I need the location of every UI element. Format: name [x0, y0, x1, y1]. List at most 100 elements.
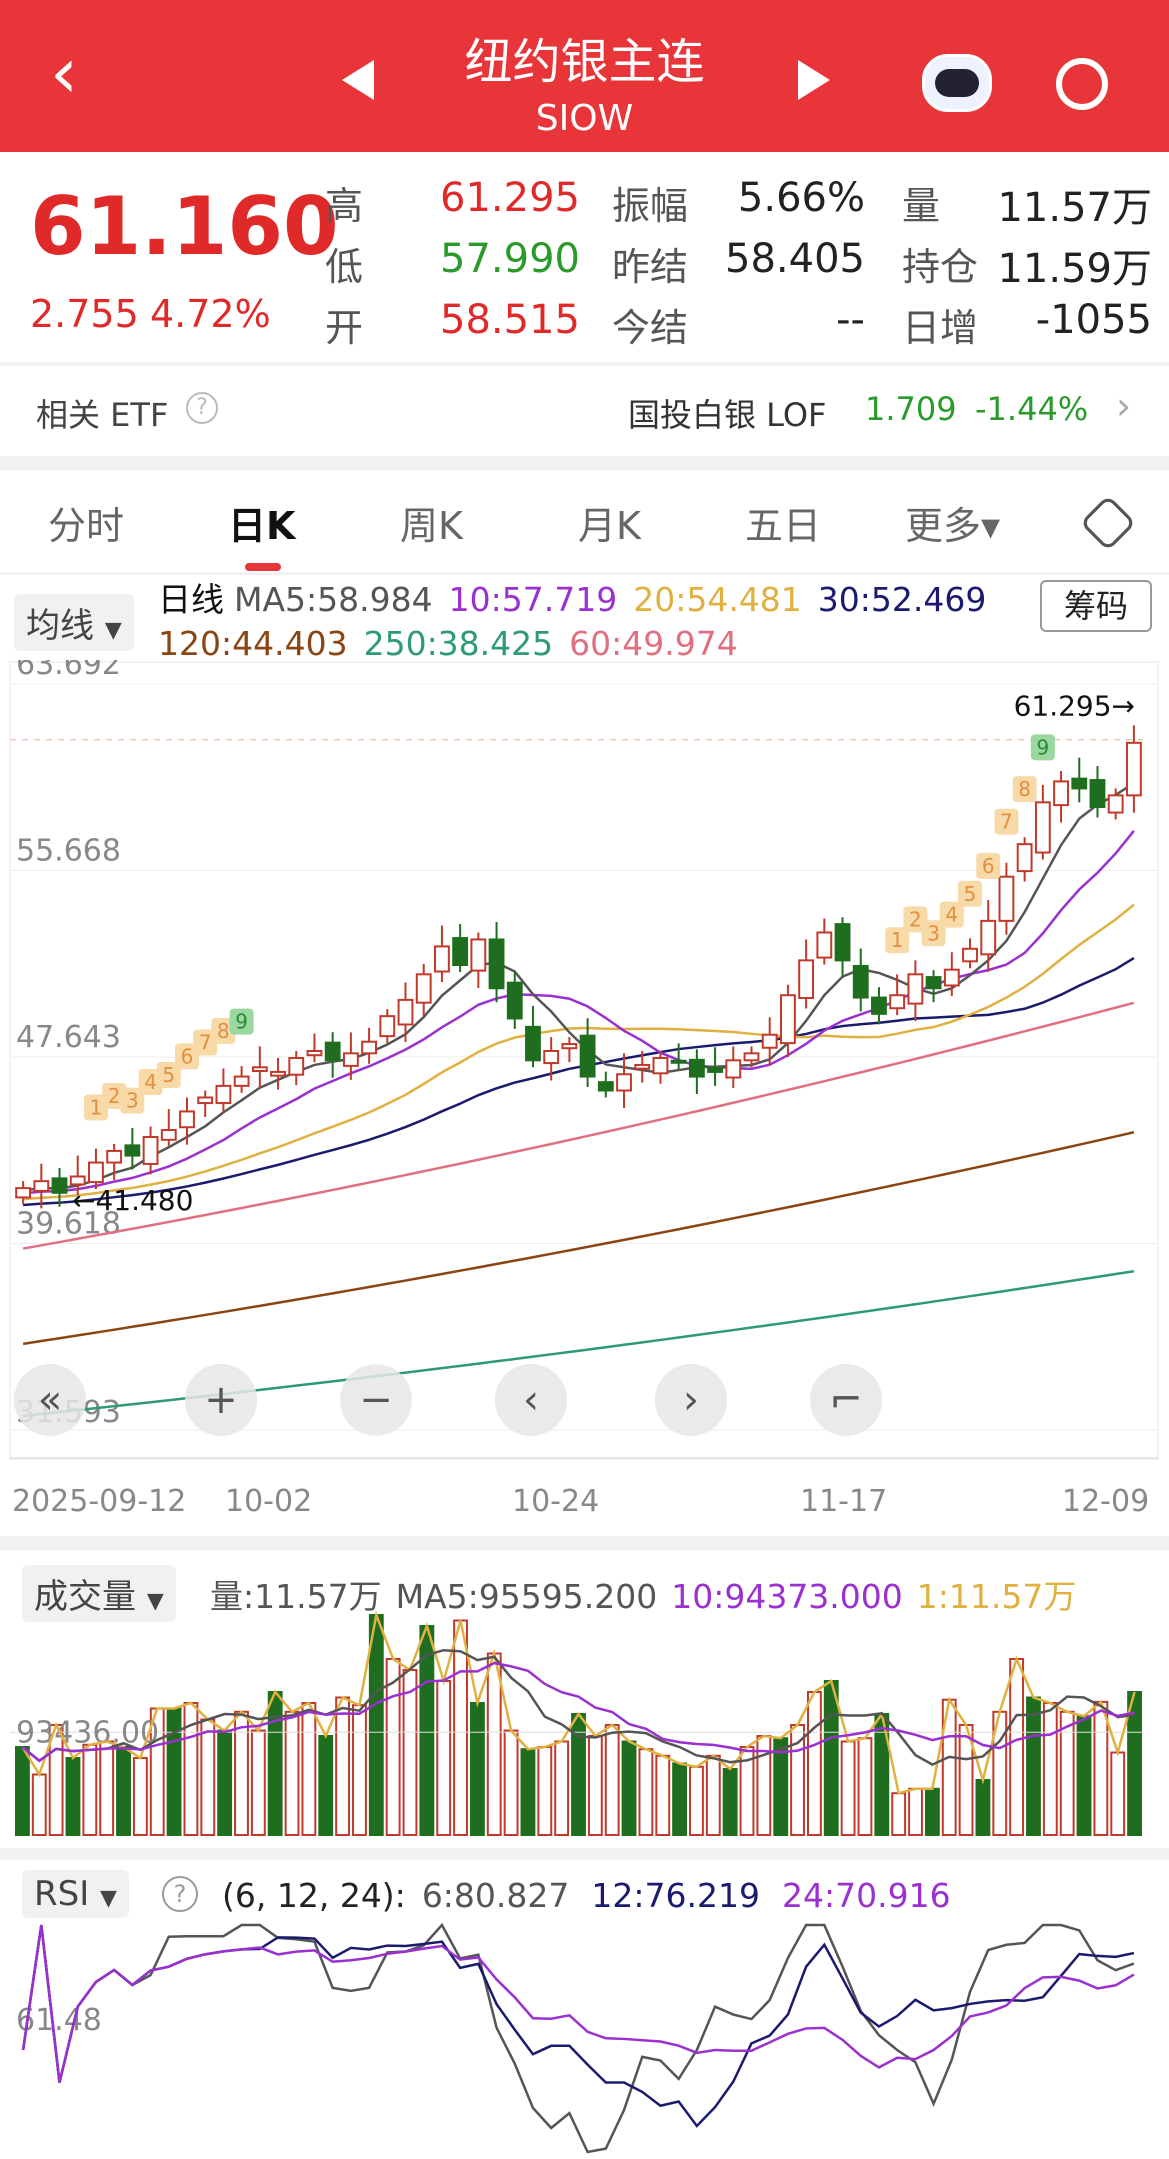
volume-bar — [705, 1754, 721, 1836]
candle-up — [907, 973, 924, 1005]
candle-up — [561, 1043, 578, 1050]
volume-bar — [975, 1779, 991, 1836]
sequence-number: 4 — [945, 903, 958, 927]
volume-bar — [82, 1743, 98, 1836]
fullscreen-icon[interactable]: ⌐ — [810, 1364, 882, 1436]
scroll-left-icon[interactable]: « — [14, 1364, 86, 1436]
volume-chart[interactable]: 93436.00 — [0, 1600, 1169, 1840]
candle-up — [88, 1161, 104, 1184]
candlestick-chart[interactable]: 63.69255.66847.64339.61831.5931234567891… — [0, 660, 1169, 1460]
volume-bar — [1076, 1715, 1092, 1836]
quote-value: 11.57万 — [997, 185, 1152, 231]
tab-2[interactable]: 周K — [400, 495, 463, 550]
volume-bar — [132, 1757, 148, 1836]
volume-bar — [823, 1680, 839, 1836]
volume-bar — [116, 1746, 131, 1836]
candle-up — [215, 1084, 232, 1105]
settings-icon[interactable] — [1079, 494, 1137, 552]
rsi-selector[interactable]: RSI ▼ — [22, 1870, 129, 1918]
tab-3[interactable]: 月K — [578, 495, 641, 550]
candle-up — [998, 875, 1015, 922]
tab-5[interactable]: 更多▾ — [905, 495, 1000, 550]
candle-up — [33, 1180, 50, 1192]
candle-up — [379, 1015, 396, 1038]
quote-label: 振幅 — [612, 184, 689, 228]
volume-bar — [1093, 1700, 1109, 1837]
candle-up — [1125, 741, 1142, 797]
quote-value: 11.59万 — [997, 246, 1152, 292]
candle-up — [798, 959, 815, 1000]
tab-0[interactable]: 分时 — [48, 495, 124, 550]
candle-down — [452, 937, 469, 967]
date-label: 11-17 — [800, 1484, 888, 1519]
period-label: 日线 — [158, 580, 224, 619]
volume-bar — [503, 1729, 519, 1836]
section-gap — [0, 456, 1169, 470]
search-icon[interactable] — [1056, 58, 1108, 110]
dropdown-icon: ▼ — [104, 618, 122, 643]
candle-up — [288, 1056, 305, 1076]
sequence-number: 3 — [927, 921, 940, 945]
quote-value: 58.405 — [725, 236, 865, 282]
ma-legend-item: 20:54.481 — [633, 580, 802, 619]
prev-icon[interactable]: ‹ — [495, 1364, 567, 1436]
chevron-right-icon: › — [1116, 384, 1132, 428]
price-change: 2.755 — [30, 292, 139, 336]
date-label: 10-02 — [225, 1484, 313, 1519]
candle-up — [251, 1066, 268, 1072]
ma-legend-item: 60:49.974 — [569, 624, 738, 663]
volume-bar — [1110, 1751, 1126, 1836]
volume-bar — [638, 1748, 654, 1836]
etf-name: 国投白银 LOF — [628, 396, 827, 434]
chips-button[interactable]: 筹码 — [1040, 580, 1152, 632]
candle-up — [943, 968, 960, 987]
zoom-in-icon[interactable]: + — [185, 1364, 257, 1436]
candle-up — [962, 947, 978, 963]
volume-bar — [1009, 1658, 1025, 1836]
volume-bar — [722, 1768, 738, 1836]
next-icon[interactable]: › — [655, 1364, 727, 1436]
rsi-legend-item: 12:76.219 — [591, 1876, 760, 1915]
date-label: 12-09 — [1062, 1484, 1150, 1519]
next-contract-icon[interactable] — [798, 60, 830, 100]
candle-up — [1034, 801, 1051, 854]
rsi-params: (6, 12, 24): — [222, 1876, 406, 1915]
volume-bar — [352, 1704, 367, 1836]
zoom-out-icon[interactable]: − — [340, 1364, 412, 1436]
candle-up — [106, 1149, 123, 1164]
sequence-number: 7 — [1000, 810, 1013, 834]
volume-bar — [15, 1746, 30, 1836]
candle-down — [488, 938, 505, 990]
tab-4[interactable]: 五日 — [745, 495, 821, 550]
sequence-number: 5 — [162, 1063, 175, 1087]
candle-up — [197, 1096, 214, 1105]
dropdown-icon: ▼ — [100, 1886, 117, 1911]
tab-1[interactable]: 日K — [228, 495, 295, 550]
etf-row[interactable]: 相关 ETF ? 国投白银 LOF 1.709 -1.44% › — [0, 366, 1169, 456]
sequence-number: 2 — [909, 907, 922, 931]
volume-bar — [1042, 1702, 1058, 1836]
volume-bar — [65, 1757, 81, 1836]
rsi-legend-item: 24:70.916 — [781, 1876, 951, 1915]
volume-bar — [840, 1740, 856, 1836]
candle-down — [579, 1034, 596, 1078]
robot-assistant-icon[interactable] — [922, 54, 992, 112]
candle-up — [652, 1056, 669, 1075]
candle-down — [670, 1059, 687, 1064]
ma-selector[interactable]: 均线 ▼ — [14, 594, 134, 651]
candle-down — [834, 923, 851, 962]
candle-up — [761, 1033, 778, 1049]
help-icon[interactable]: ? — [162, 1876, 198, 1912]
volume-bar — [267, 1691, 283, 1836]
sequence-number: 4 — [144, 1070, 157, 1094]
volume-bar — [806, 1691, 822, 1836]
volume-bar — [1026, 1696, 1041, 1836]
help-icon[interactable]: ? — [186, 392, 218, 424]
ma-legend-item: 250:38.425 — [363, 624, 554, 663]
volume-bar — [335, 1696, 351, 1836]
rsi-chart[interactable]: 61.48 — [0, 1920, 1169, 2159]
volume-bar — [689, 1765, 704, 1836]
volume-bar — [368, 1614, 384, 1836]
volume-bar — [166, 1707, 182, 1836]
volume-bar — [908, 1787, 923, 1837]
